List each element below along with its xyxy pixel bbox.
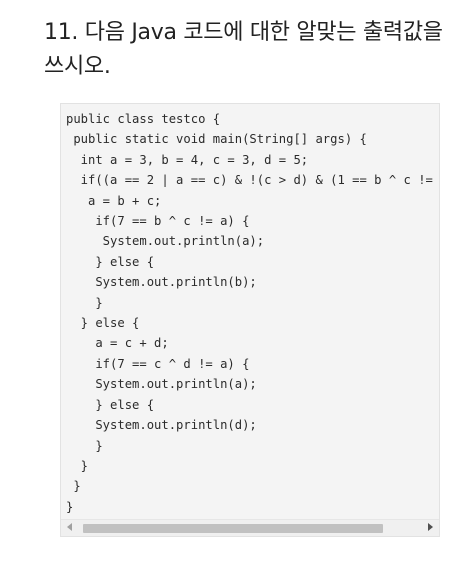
scroll-left-arrow-icon[interactable] (67, 523, 72, 531)
code-line: System.out.println(b); (66, 275, 257, 290)
code-line: a = b + c; (66, 193, 162, 208)
scrollbar-thumb[interactable] (83, 524, 383, 533)
code-line: } (66, 438, 103, 453)
code-line: } (66, 458, 89, 473)
page: 11. 다음 Java 코드에 대한 알맞는 출력값을 쓰시오. public … (0, 0, 466, 571)
code-line: System.out.println(a); (66, 377, 257, 392)
code-line: if((a == 2 | a == c) & !(c > d) & (1 == … (66, 173, 440, 188)
code-content: public class testco { public static void… (66, 109, 440, 517)
code-line: } else { (66, 397, 155, 412)
code-line: if(7 == b ^ c != a) { (66, 214, 250, 229)
horizontal-scrollbar[interactable] (61, 519, 439, 536)
code-line: } (66, 295, 103, 310)
code-line: } else { (66, 316, 140, 331)
code-line: public static void main(String[] args) { (66, 132, 367, 147)
code-block[interactable]: public class testco { public static void… (60, 103, 440, 537)
code-line: } else { (66, 254, 155, 269)
code-line: System.out.println(a); (66, 234, 265, 249)
question-heading: 11. 다음 Java 코드에 대한 알맞는 출력값을 쓰시오. (44, 16, 458, 84)
scroll-right-arrow-icon[interactable] (428, 523, 433, 531)
code-line: public class testco { (66, 112, 221, 126)
code-line: int a = 3, b = 4, c = 3, d = 5; (66, 152, 309, 167)
question-text: 다음 Java 코드에 대한 알맞는 출력값을 쓰시오. (44, 20, 443, 79)
code-line: } (66, 499, 74, 514)
code-line: } (66, 479, 81, 494)
code-line: if(7 == c ^ d != a) { (66, 356, 250, 371)
code-line: a = c + d; (66, 336, 169, 351)
question-number: 11. (44, 20, 79, 45)
code-line: System.out.println(d); (66, 418, 257, 433)
